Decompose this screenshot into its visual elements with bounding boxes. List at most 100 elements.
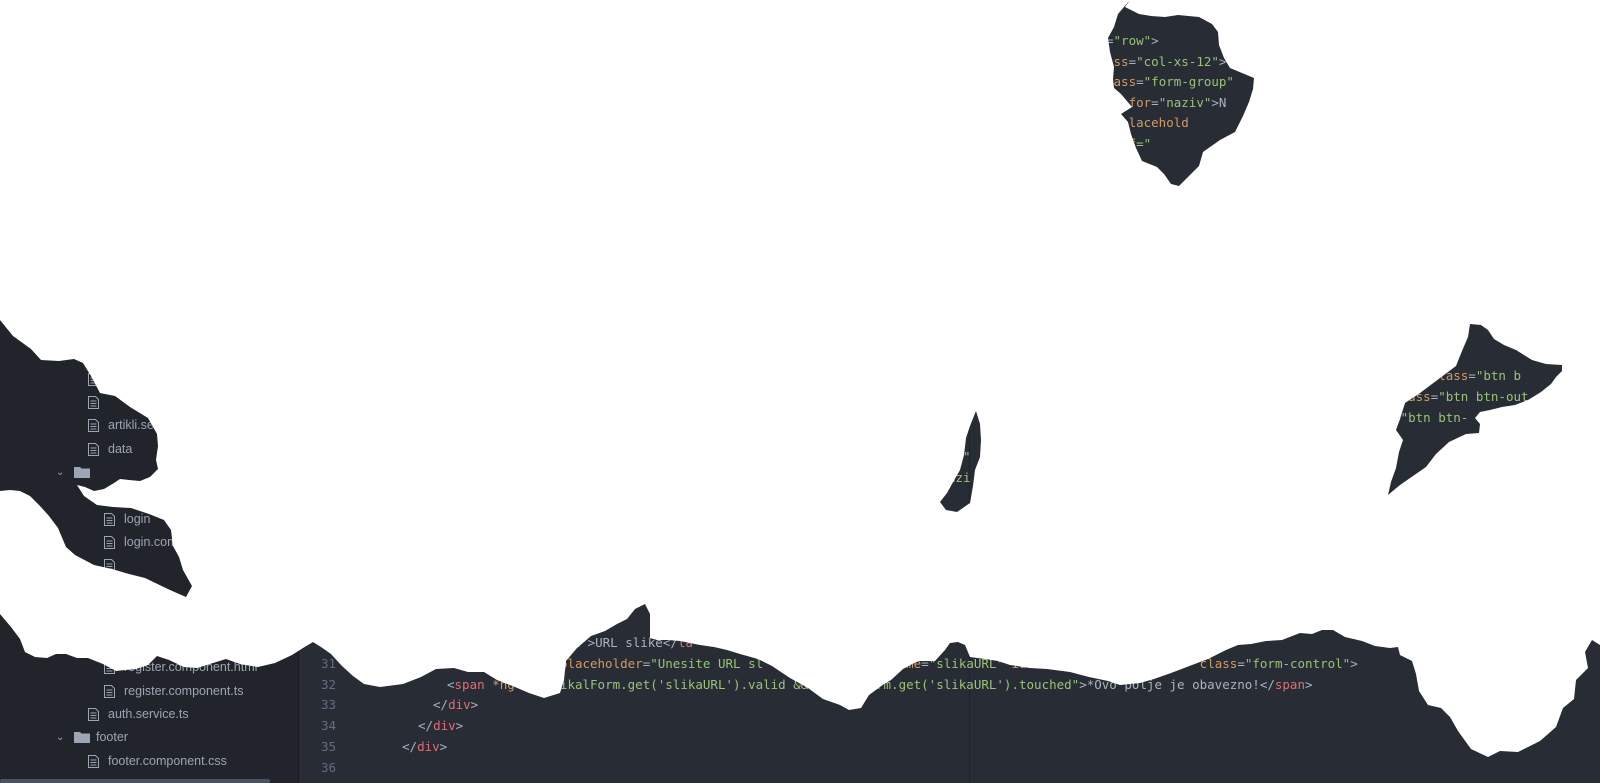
- code-token: el: [1106, 94, 1129, 110]
- line-number: 34: [320, 718, 336, 734]
- code-token: class: [1378, 389, 1431, 404]
- code-line[interactable]: class="btn btn-out: [1378, 386, 1529, 407]
- folder-icon: [74, 466, 90, 478]
- code-token: span: [454, 676, 493, 692]
- code-token: =: [1468, 368, 1476, 383]
- code-token: "row": [1113, 33, 1152, 48]
- code-token: ubmit": [1378, 368, 1431, 383]
- code-token: "slikaURL": [928, 655, 1004, 671]
- code-token: placeholder: [559, 655, 643, 671]
- code-token: </: [433, 697, 449, 713]
- code-token: >: [439, 739, 448, 754]
- code-line[interactable]: azi: [948, 467, 971, 488]
- code-token: class: [1192, 655, 1238, 671]
- code-token: ss: [1378, 410, 1394, 425]
- code-token: ngIf: [1106, 135, 1137, 151]
- file-icon: [88, 418, 99, 432]
- line-number: 33: [320, 697, 336, 713]
- tree-item-file[interactable]: register.component.html: [104, 656, 257, 678]
- code-token: >: [470, 697, 479, 713]
- tree-item-label: register.component.ts: [124, 684, 244, 698]
- file-icon: [104, 558, 115, 572]
- code-token: lass: [1106, 74, 1137, 89]
- code-token: =: [1136, 74, 1144, 89]
- file-icon: [104, 512, 115, 526]
- code-token: <: [447, 676, 455, 692]
- file-icon: [88, 707, 99, 721]
- tree-item-label: footer.component.css: [108, 754, 227, 768]
- code-line[interactable]: <input placeholder = "Unesite URL sl contr…: [447, 653, 1358, 674]
- code-token: for: [1128, 94, 1152, 110]
- chevron-down-icon[interactable]: ⌄: [56, 467, 68, 478]
- code-token: >N: [1211, 94, 1227, 110]
- tree-item-file[interactable]: footer.component.css: [88, 750, 227, 772]
- code-line[interactable]: placehold: [1106, 112, 1189, 133]
- code-token: RL": [565, 635, 588, 650]
- code-line[interactable]: </div>: [402, 736, 447, 757]
- tree-item-label: register.component.html: [124, 660, 258, 674]
- code-token: >: [1350, 655, 1358, 671]
- tree-item-file[interactable]: login.com: [104, 531, 178, 553]
- tree-item-label: artikli.se: [108, 418, 154, 432]
- code-line[interactable]: lass="form-group": [1106, 71, 1234, 92]
- file-icon: [104, 535, 115, 549]
- sidebar-horizontal-scrollbar[interactable]: [0, 779, 270, 783]
- line-number: 32: [320, 676, 336, 692]
- code-token: lForm.get('slikaURL').touched": [853, 676, 1080, 692]
- code-line[interactable]: RL">URL slike</la: [565, 632, 693, 653]
- file-icon: [88, 372, 99, 386]
- chevron-down-icon[interactable]: ⌄: [56, 732, 68, 743]
- tree-item-file[interactable]: register.component.ts: [104, 680, 244, 702]
- code-token: div: [417, 739, 440, 754]
- tree-item-file[interactable]: artikli.se: [88, 414, 154, 436]
- code-token: =: [1151, 94, 1159, 110]
- file-icon: [88, 754, 99, 768]
- code-line[interactable]: ubmit" class="btn b: [1378, 365, 1521, 386]
- code-token: "btn btn-out: [1438, 389, 1529, 404]
- code-token: ass: [1106, 53, 1129, 69]
- code-token: tikalForm.get('slikaURL').valid &&: [552, 676, 809, 692]
- line-number: 35: [320, 739, 336, 754]
- code-line[interactable]: </div>: [418, 715, 463, 736]
- code-token: "form-control": [1244, 655, 1351, 671]
- tree-item-file[interactable]: [88, 391, 108, 413]
- folder-icon: [74, 731, 90, 743]
- tree-item-file[interactable]: auth.service.ts: [88, 703, 189, 725]
- tree-folder[interactable]: ⌄: [56, 461, 96, 483]
- tree-item-file[interactable]: data: [88, 438, 132, 460]
- code-token: >: [1151, 33, 1159, 48]
- code-line[interactable]: ass="col-xs-12">: [1106, 51, 1226, 72]
- tree-item-label: auth.service.ts: [108, 707, 189, 721]
- tree-folder-label: footer: [96, 730, 128, 744]
- code-line[interactable]: </div>: [433, 694, 478, 715]
- code-line[interactable]: ="row">: [1106, 30, 1159, 51]
- code-token: >: [1218, 53, 1227, 69]
- line-number: 36: [320, 759, 336, 775]
- code-token: >: [455, 718, 464, 734]
- code-token: "btn btn-: [1400, 410, 1469, 425]
- code-token: =: [1139, 655, 1147, 671]
- code-line[interactable]: <span *ng tikalForm.get('slikaURL').vali…: [447, 674, 1313, 695]
- tree-item-file[interactable]: [88, 368, 108, 390]
- code-line[interactable]: ngIf=": [1106, 133, 1151, 154]
- tree-item-file[interactable]: login: [104, 508, 150, 530]
- code-line[interactable]: el for="naziv">N: [1106, 92, 1226, 113]
- code-token: span: [1274, 676, 1305, 692]
- code-token: div: [433, 718, 456, 734]
- file-icon: [88, 395, 99, 409]
- code-line[interactable]: iv": [948, 446, 971, 467]
- code-token: la: [677, 635, 693, 650]
- code-token: "Unesite URL sl: [650, 655, 764, 671]
- code-token: >: [1304, 676, 1313, 692]
- code-token: </: [418, 718, 434, 734]
- code-token: placehold: [1106, 115, 1189, 130]
- file-icon: [88, 442, 99, 456]
- code-token: "col-xs-12": [1136, 53, 1219, 69]
- tree-item-file[interactable]: [104, 554, 124, 576]
- code-line[interactable]: ss="btn btn-: [1378, 407, 1468, 428]
- tree-folder[interactable]: ⌄ footer: [56, 726, 128, 748]
- code-token: "sl: [1034, 655, 1057, 671]
